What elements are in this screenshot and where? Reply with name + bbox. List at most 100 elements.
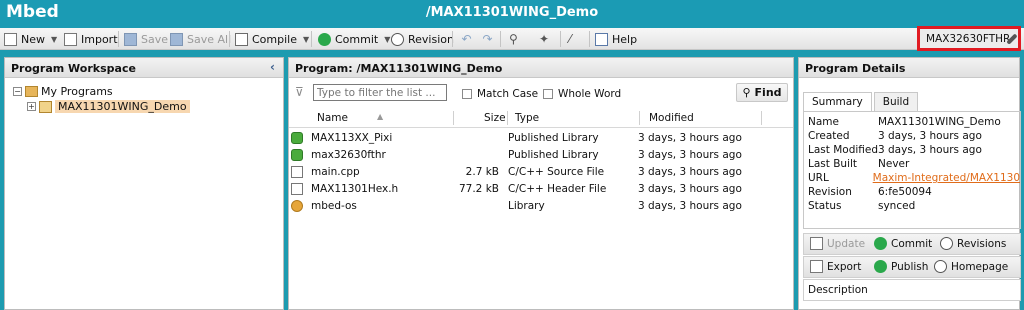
collapse-toggle-icon[interactable]: −: [13, 87, 22, 96]
revision-button[interactable]: Revision: [391, 30, 454, 48]
chevron-down-icon[interactable]: ▼: [303, 35, 309, 44]
table-row[interactable]: max32630fthr Published Library 3 days, 3…: [289, 147, 793, 164]
workspace-header: Program Workspace ‹: [5, 58, 283, 78]
search-icon: ⚲: [742, 86, 751, 99]
description-section: Description: [803, 279, 1021, 301]
toolbar-divider: [560, 31, 561, 47]
main-toolbar: New ▼ Import Save Save All Compile ▼ Commi…: [0, 28, 1024, 50]
whole-word-checkbox[interactable]: Whole Word: [543, 88, 621, 100]
os-library-icon: [291, 200, 303, 212]
library-icon: [291, 132, 303, 144]
help-button[interactable]: Help: [595, 30, 637, 48]
tools-button[interactable]: ⁄: [569, 30, 582, 48]
details-commit-button[interactable]: Commit: [874, 237, 932, 250]
column-size[interactable]: Size: [484, 112, 506, 124]
update-button[interactable]: Update: [810, 237, 865, 250]
details-actions-1: Update Commit Revisions: [803, 233, 1021, 255]
tree-item-my-programs[interactable]: − My Programs: [13, 84, 283, 99]
undo-button[interactable]: ↶: [460, 30, 473, 48]
homepage-button[interactable]: Homepage: [934, 260, 1008, 273]
column-type[interactable]: Type: [515, 112, 539, 124]
export-button[interactable]: Export: [810, 260, 861, 273]
file-icon: [291, 166, 303, 178]
redo-button[interactable]: ↷: [481, 30, 494, 48]
export-icon: [810, 260, 823, 273]
toolbar-divider: [452, 31, 453, 47]
detail-row: Name MAX11301WING_Demo: [808, 116, 1001, 128]
match-case-checkbox[interactable]: Match Case: [462, 88, 538, 100]
platform-selector[interactable]: MAX32630FTHR: [917, 26, 1021, 51]
table-row[interactable]: main.cpp 2.7 kB C/C++ Source File 3 days…: [289, 164, 793, 181]
library-icon: [291, 149, 303, 161]
sort-arrow-icon: ▲: [377, 112, 384, 121]
compile-icon: [235, 32, 248, 46]
filter-bar: ⊽ Match Case Whole Word ⚲Find: [289, 78, 793, 106]
workspace-title: Program Workspace: [11, 62, 136, 75]
revision-icon: [940, 237, 953, 250]
publish-button[interactable]: Publish: [874, 260, 928, 273]
import-button[interactable]: Import: [64, 30, 118, 48]
update-icon: [810, 237, 823, 250]
compile-button[interactable]: Compile ▼: [235, 30, 309, 48]
toolbar-divider: [311, 31, 312, 47]
new-button[interactable]: New ▼: [4, 30, 57, 48]
window-title: /MAX11301WING_Demo: [425, 5, 599, 20]
revision-icon: [391, 32, 404, 46]
revisions-button[interactable]: Revisions: [940, 237, 1006, 250]
wand-icon: ⁄: [569, 31, 572, 46]
file-icon: [291, 183, 303, 195]
detail-row: Last Modified 3 days, 3 hours ago: [808, 144, 982, 156]
filter-input[interactable]: [313, 84, 447, 101]
workspace-panel: Program Workspace ‹ − My Programs + MAX1…: [4, 57, 284, 310]
chevron-down-icon[interactable]: ▼: [51, 35, 57, 44]
program-url-link[interactable]: Maxim-Integrated/MAX1130: [873, 172, 1020, 186]
program-icon: [39, 100, 52, 113]
details-header: Program Details: [799, 58, 1019, 78]
toolbar-divider: [229, 31, 230, 47]
undo-icon: ↶: [461, 31, 472, 46]
column-name[interactable]: Name: [317, 112, 348, 124]
program-panel: Program: /MAX11301WING_Demo ⊽ Match Case…: [288, 57, 794, 310]
collapse-icon[interactable]: ‹: [270, 60, 275, 74]
detail-row: Revision 6:fe50094: [808, 186, 932, 198]
format-button[interactable]: ✦: [539, 30, 552, 48]
toolbar-divider: [589, 31, 590, 47]
program-title: Program: /MAX11301WING_Demo: [295, 62, 503, 75]
detail-row: Last Built Never: [808, 158, 910, 170]
details-tabs: Summary Build: [803, 92, 920, 111]
table-row[interactable]: MAX113XX_Pixi Published Library 3 days, …: [289, 130, 793, 147]
file-table-header: ▲ Name Size Type Modified: [289, 108, 793, 128]
tab-build[interactable]: Build: [873, 92, 919, 111]
save-button[interactable]: Save: [124, 30, 168, 48]
detail-row: Status synced: [808, 200, 916, 212]
save-all-icon: [170, 32, 183, 46]
column-modified[interactable]: Modified: [649, 112, 694, 124]
save-icon: [124, 32, 137, 46]
chevron-down-icon[interactable]: ▼: [384, 35, 390, 44]
publish-icon: [874, 260, 887, 273]
file-list: MAX113XX_Pixi Published Library 3 days, …: [289, 130, 793, 215]
table-row[interactable]: mbed-os Library 3 days, 3 hours ago: [289, 198, 793, 215]
detail-row: Created 3 days, 3 hours ago: [808, 130, 982, 142]
title-bar: Mbed /MAX11301WING_Demo: [0, 0, 1024, 28]
tab-summary[interactable]: Summary: [803, 92, 872, 111]
filter-icon: ⊽: [295, 85, 304, 99]
detail-row: URL Maxim-Integrated/MAX1130: [808, 172, 1020, 186]
table-row[interactable]: MAX11301Hex.h 77.2 kB C/C++ Header File …: [289, 181, 793, 198]
new-file-icon: [4, 32, 17, 46]
find-replace-button[interactable]: ⚲: [509, 30, 522, 48]
globe-icon: [934, 260, 947, 273]
folder-icon: [25, 86, 38, 97]
details-actions-2: Export Publish Homepage: [803, 256, 1021, 278]
platform-name: MAX32630FTHR: [926, 32, 1011, 45]
binoculars-icon: ⚲: [509, 31, 518, 46]
save-all-button[interactable]: Save All: [170, 30, 231, 48]
find-button[interactable]: ⚲ Find: [736, 83, 788, 102]
tree-item-program[interactable]: + MAX11301WING_Demo: [13, 99, 283, 114]
import-icon: [64, 32, 77, 46]
expand-toggle-icon[interactable]: +: [27, 102, 36, 111]
book-icon: [595, 32, 608, 46]
commit-button[interactable]: Commit ▼: [318, 30, 390, 48]
program-header: Program: /MAX11301WING_Demo: [289, 58, 793, 78]
redo-icon: ↷: [482, 31, 493, 46]
